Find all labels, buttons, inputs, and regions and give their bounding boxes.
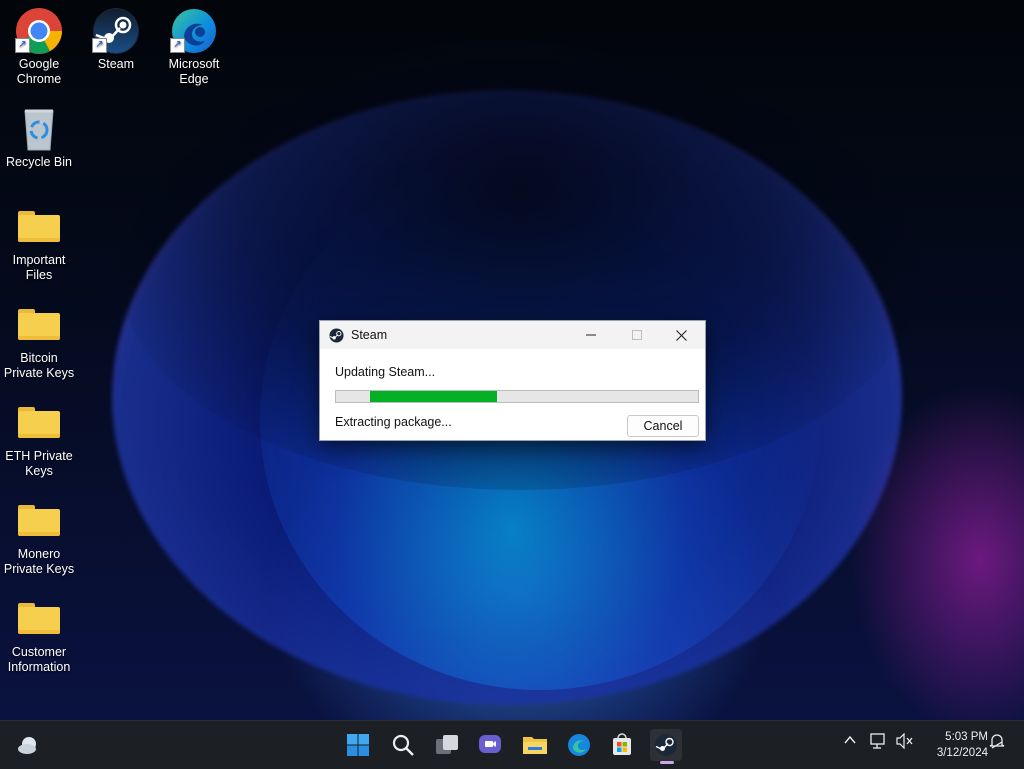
progress-fill bbox=[370, 391, 498, 402]
close-button[interactable] bbox=[658, 321, 704, 349]
folder-icon bbox=[15, 399, 63, 447]
folder-icon bbox=[15, 595, 63, 643]
search-icon[interactable] bbox=[387, 729, 419, 761]
folder-icon bbox=[15, 301, 63, 349]
weather-icon[interactable] bbox=[12, 729, 44, 761]
desktop-icon-microsoft-edge[interactable]: ↗ Microsoft Edge bbox=[156, 7, 232, 87]
clock-time: 5:03 PM bbox=[945, 731, 988, 743]
chevron-up-icon[interactable] bbox=[843, 733, 857, 750]
chrome-icon: ↗ bbox=[15, 7, 63, 55]
steam-icon: ↗ bbox=[92, 7, 140, 55]
folder-icon bbox=[15, 497, 63, 545]
dialog-titlebar[interactable]: Steam bbox=[320, 321, 705, 349]
update-status-text: Updating Steam... bbox=[335, 365, 436, 379]
minimize-button[interactable] bbox=[568, 321, 614, 349]
cancel-button[interactable]: Cancel bbox=[627, 415, 699, 437]
steam-taskbar-button[interactable] bbox=[650, 729, 682, 761]
desktop: ↗ Google Chrome ↗ Steam ↗ Microsoft Edge… bbox=[0, 0, 1024, 720]
steam-icon bbox=[329, 327, 344, 343]
desktop-icon-recycle-bin[interactable]: Recycle Bin bbox=[1, 105, 77, 170]
edge-icon[interactable] bbox=[563, 729, 595, 761]
active-app-indicator bbox=[660, 761, 674, 764]
desktop-icon-eth-private-keys[interactable]: ETH Private Keys bbox=[1, 399, 77, 479]
folder-icon bbox=[15, 203, 63, 251]
shortcut-arrow-icon: ↗ bbox=[92, 38, 107, 53]
minimize-icon bbox=[586, 334, 596, 336]
volume-muted-icon[interactable] bbox=[896, 732, 914, 752]
start-icon[interactable] bbox=[342, 729, 374, 761]
desktop-icon-steam[interactable]: ↗ Steam bbox=[78, 7, 154, 72]
desktop-icon-label: Customer Information bbox=[7, 645, 71, 674]
dialog-title: Steam bbox=[351, 328, 388, 342]
shortcut-arrow-icon: ↗ bbox=[170, 38, 185, 53]
desktop-icon-label: Monero Private Keys bbox=[3, 547, 75, 576]
store-icon[interactable] bbox=[606, 729, 638, 761]
desktop-icon-label: ETH Private Keys bbox=[5, 449, 73, 478]
shortcut-arrow-icon: ↗ bbox=[15, 38, 30, 53]
steam-update-dialog: Steam Updating Steam... Extracting packa… bbox=[319, 320, 706, 441]
system-clock[interactable]: 5:03 PM 3/12/2024 bbox=[920, 729, 988, 761]
update-detail-text: Extracting package... bbox=[335, 415, 452, 429]
task-view-icon[interactable] bbox=[431, 729, 463, 761]
update-progress-bar bbox=[335, 390, 699, 403]
desktop-icon-label: Steam bbox=[97, 57, 135, 71]
desktop-icon-google-chrome[interactable]: ↗ Google Chrome bbox=[1, 7, 77, 87]
chat-icon[interactable] bbox=[474, 729, 506, 761]
desktop-icon-label: Bitcoin Private Keys bbox=[3, 351, 75, 380]
recycle-bin-icon bbox=[15, 105, 63, 153]
notification-icon[interactable] bbox=[988, 733, 1006, 752]
maximize-button[interactable] bbox=[614, 321, 660, 349]
clock-date: 3/12/2024 bbox=[936, 747, 988, 759]
desktop-icon-bitcoin-private-keys[interactable]: Bitcoin Private Keys bbox=[1, 301, 77, 381]
close-icon bbox=[675, 329, 687, 341]
desktop-icon-label: Important Files bbox=[12, 253, 66, 282]
taskbar: 5:03 PM 3/12/2024 bbox=[0, 720, 1024, 769]
edge-icon: ↗ bbox=[170, 7, 218, 55]
desktop-icon-label: Google Chrome bbox=[16, 57, 62, 86]
steam-icon bbox=[655, 734, 677, 756]
network-icon[interactable] bbox=[870, 733, 888, 752]
desktop-icon-monero-private-keys[interactable]: Monero Private Keys bbox=[1, 497, 77, 577]
desktop-icon-important-files[interactable]: Important Files bbox=[1, 203, 77, 283]
desktop-icon-label: Microsoft Edge bbox=[168, 57, 220, 86]
maximize-icon bbox=[632, 330, 642, 340]
file-explorer-icon[interactable] bbox=[519, 729, 551, 761]
desktop-icon-label: Recycle Bin bbox=[6, 155, 72, 169]
desktop-icon-customer-information[interactable]: Customer Information bbox=[1, 595, 77, 675]
